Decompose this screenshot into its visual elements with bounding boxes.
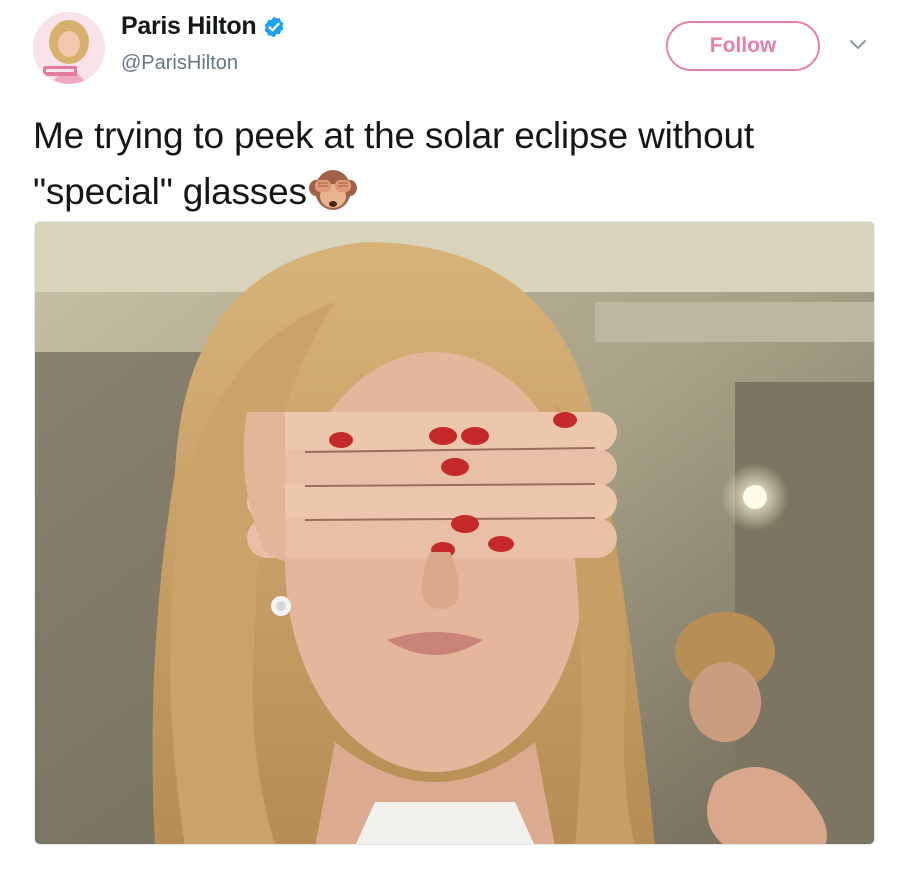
tweet-photo[interactable]	[34, 221, 875, 845]
tweet-text: Me trying to peek at the solar eclipse w…	[33, 108, 883, 220]
display-name[interactable]: Paris Hilton	[121, 12, 257, 41]
verified-badge-icon	[262, 15, 286, 39]
tweet-card: Paris Hilton @ParisHilton Follow Me tryi…	[0, 0, 904, 870]
user-name-row[interactable]: Paris Hilton	[121, 12, 286, 41]
user-handle[interactable]: @ParisHilton	[121, 52, 238, 75]
avatar[interactable]	[33, 12, 105, 84]
see-no-evil-monkey-icon	[307, 166, 359, 212]
tweet-text-body: Me trying to peek at the solar eclipse w…	[33, 115, 754, 212]
chevron-down-icon[interactable]	[848, 38, 868, 52]
follow-button[interactable]: Follow	[666, 21, 820, 71]
